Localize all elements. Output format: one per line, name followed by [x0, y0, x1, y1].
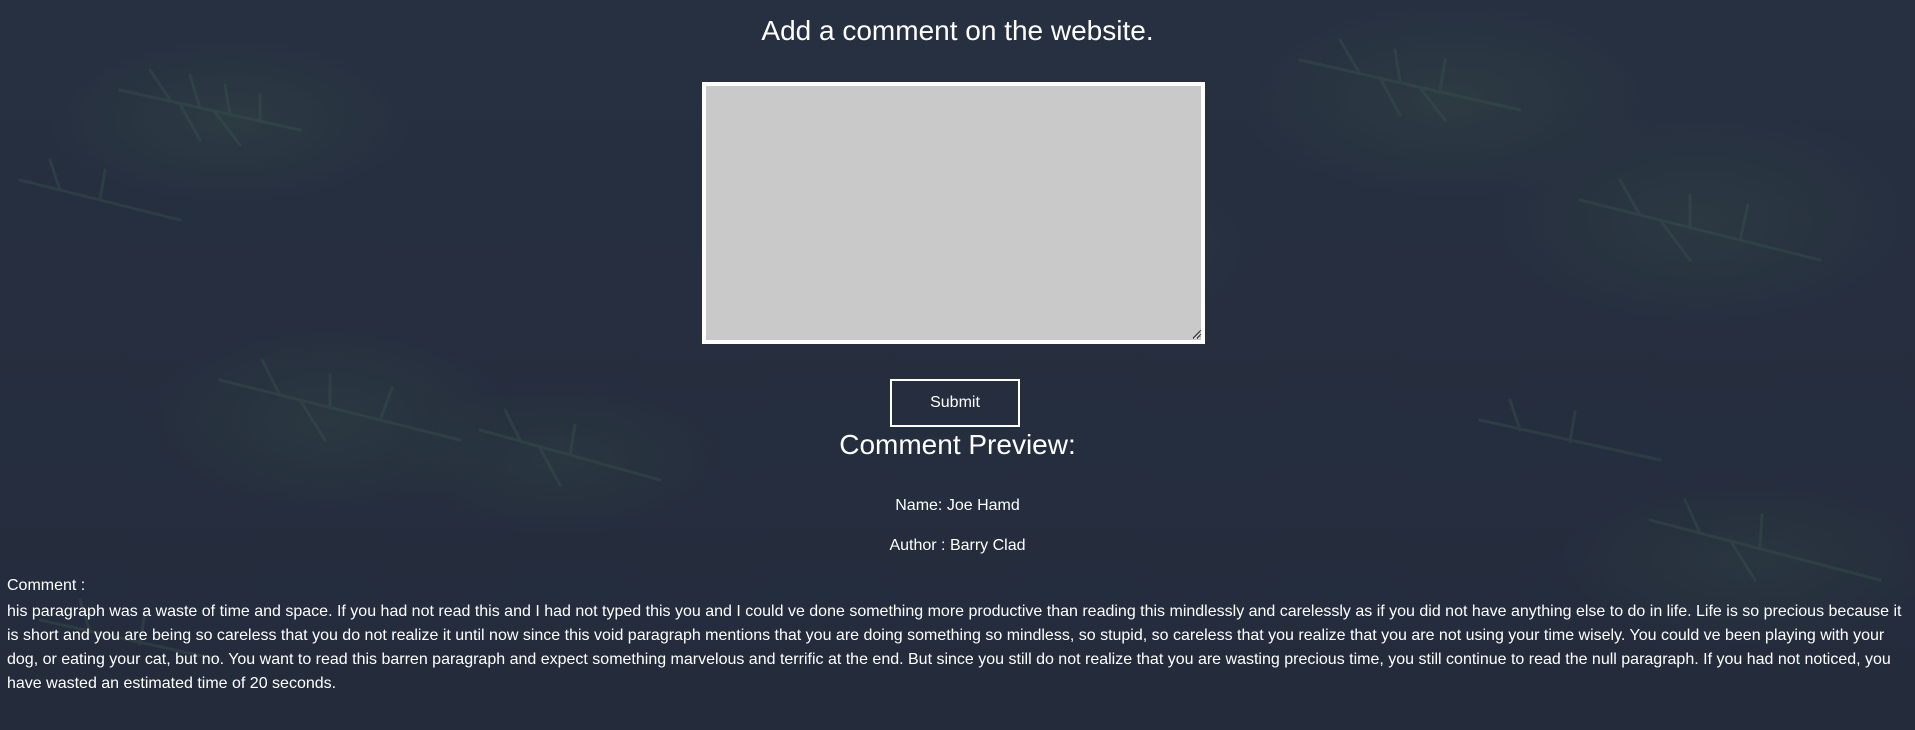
- comment-label: Comment :: [7, 577, 86, 594]
- preview-author: Author : Barry Clad: [889, 537, 1026, 554]
- page-title: Add a comment on the website.: [761, 15, 1154, 46]
- page-content: Add a comment on the website. Submit Com…: [0, 0, 1915, 730]
- preview-name: Name: Joe Hamd: [895, 497, 1020, 514]
- submit-button[interactable]: Submit: [890, 379, 1020, 427]
- preview-heading: Comment Preview:: [839, 429, 1076, 460]
- comment-textarea[interactable]: [702, 82, 1205, 344]
- resize-handle-icon[interactable]: [1190, 327, 1202, 339]
- comment-preview-text: his paragraph was a waste of time and sp…: [7, 603, 1902, 692]
